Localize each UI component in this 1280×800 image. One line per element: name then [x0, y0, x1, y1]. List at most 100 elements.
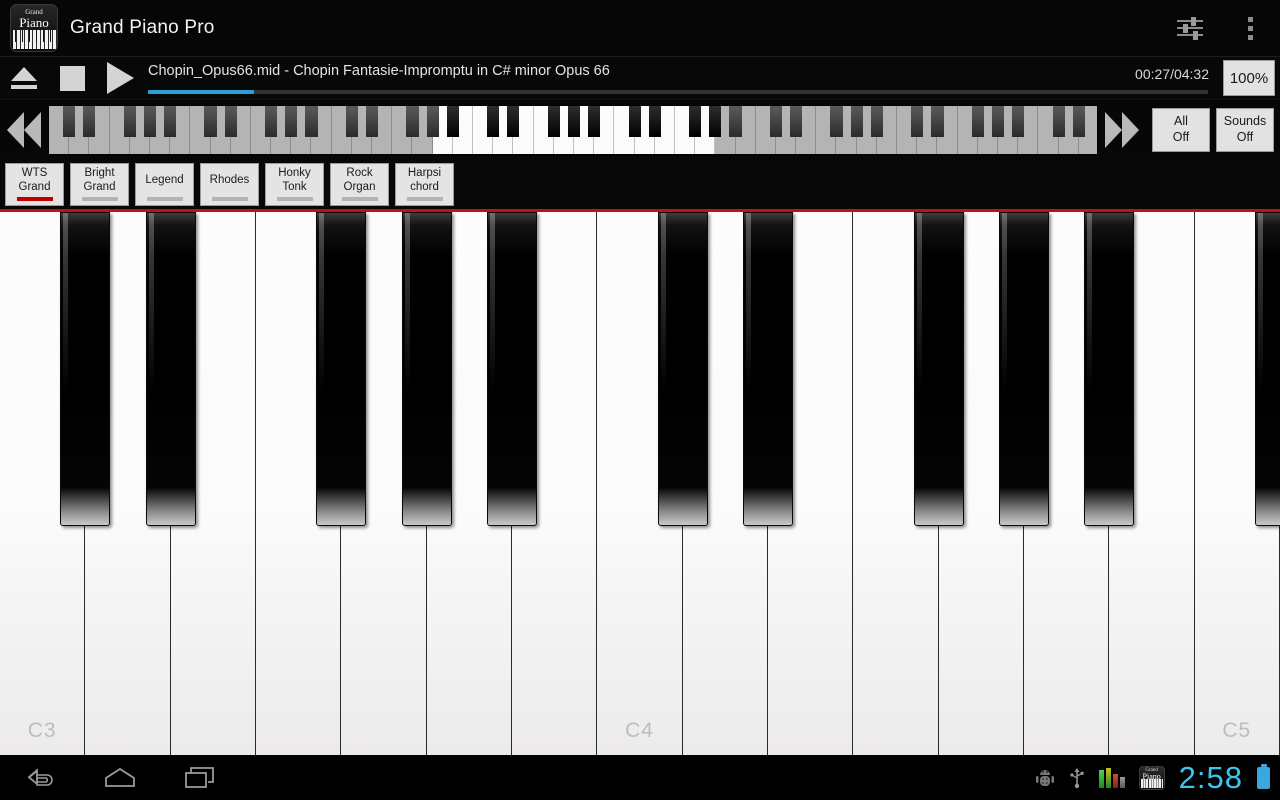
mini-keyboard-black-key[interactable] — [628, 106, 641, 137]
audio-level-meter-icon — [1098, 767, 1125, 788]
mini-keyboard-black-key[interactable] — [204, 106, 217, 137]
black-key-highlight — [1087, 213, 1093, 513]
preset-button-legend[interactable]: Legend — [135, 162, 194, 206]
android-navigation-bar: Grand Piano 2:58 — [0, 755, 1280, 800]
stop-button[interactable] — [48, 57, 96, 100]
mini-keyboard-black-key[interactable] — [870, 106, 883, 137]
mini-keyboard-black-key[interactable] — [406, 106, 419, 137]
octave-label: C4 — [625, 719, 654, 742]
android-debug-button[interactable] — [1035, 767, 1055, 789]
mini-keyboard-black-key[interactable] — [547, 106, 560, 137]
piano-black-key[interactable] — [913, 212, 964, 526]
mini-keyboard-black-key[interactable] — [1072, 106, 1085, 137]
mini-keyboard-black-key[interactable] — [588, 106, 601, 137]
mini-keyboard-black-key[interactable] — [971, 106, 984, 137]
track-info-area: Chopin_Opus66.mid - Chopin Fantasie-Impr… — [148, 57, 1221, 100]
preset-selection-underline — [406, 196, 443, 201]
preset-label-line1: Honky — [278, 167, 311, 180]
mini-keyboard-black-key[interactable] — [487, 106, 500, 137]
overflow-menu-button[interactable] — [1220, 0, 1280, 57]
mini-keyboard-black-key[interactable] — [426, 106, 439, 137]
black-key-highlight — [148, 213, 154, 513]
scroll-keyboard-left-button[interactable] — [0, 101, 48, 159]
scroll-keyboard-right-button[interactable] — [1098, 101, 1146, 159]
mini-keyboard-black-key[interactable] — [790, 106, 803, 137]
piano-black-key[interactable] — [487, 212, 537, 526]
mini-keyboard-black-key[interactable] — [911, 106, 924, 137]
mini-keyboard-black-key[interactable] — [1052, 106, 1065, 137]
mini-keyboard-black-key[interactable] — [648, 106, 661, 137]
sounds-off-label-line2: Off — [1236, 130, 1254, 144]
mini-keyboard-black-key[interactable] — [1012, 106, 1025, 137]
stop-icon — [59, 65, 85, 91]
eject-button[interactable] — [0, 57, 48, 100]
mini-keyboard-black-key[interactable] — [709, 106, 722, 137]
sounds-off-button[interactable]: Sounds Off — [1216, 108, 1274, 152]
mini-keyboard-black-key[interactable] — [143, 106, 156, 137]
app-root: Grand Piano Grand Piano Pro Chopin_Opus6… — [0, 0, 1280, 800]
preset-button-honky-tonk[interactable]: Honky Tonk — [265, 162, 324, 206]
piano-black-key[interactable] — [743, 212, 793, 526]
preset-label-line1: Rhodes — [209, 174, 250, 187]
eject-icon — [11, 67, 37, 89]
app-icon-piano-text: Piano — [19, 15, 49, 30]
mini-keyboard-black-key[interactable] — [991, 106, 1005, 137]
recent-apps-button[interactable] — [160, 755, 240, 800]
preset-button-harpsi-chord[interactable]: Harpsi chord — [395, 162, 454, 206]
playback-progress-bar[interactable] — [148, 89, 1208, 94]
mini-keyboard-black-key[interactable] — [769, 106, 782, 137]
preset-button-rhodes[interactable]: Rhodes — [200, 162, 259, 206]
preset-button-rock-organ[interactable]: Rock Organ — [330, 162, 389, 206]
preset-selection-underline — [341, 196, 378, 201]
app-icon-black-keys — [13, 30, 57, 42]
piano-black-key[interactable] — [316, 212, 367, 526]
black-key-highlight — [1002, 213, 1007, 513]
preset-button-bright-grand[interactable]: Bright Grand — [70, 162, 129, 206]
mini-keyboard-black-key[interactable] — [830, 106, 843, 137]
mini-keyboard-black-key[interactable] — [164, 106, 177, 137]
preset-label-line1: Rock — [346, 167, 373, 180]
mini-keyboard-black-key[interactable] — [931, 106, 944, 137]
usb-connected-button[interactable] — [1069, 767, 1085, 789]
piano-black-key[interactable] — [60, 212, 111, 526]
play-button[interactable] — [96, 57, 144, 100]
piano-black-key[interactable] — [145, 212, 196, 526]
piano-black-key[interactable] — [1084, 212, 1135, 526]
mini-keyboard-black-key[interactable] — [224, 106, 237, 137]
mini-keyboard-black-key[interactable] — [83, 106, 96, 137]
preset-label-line2: Organ — [343, 181, 376, 193]
mini-keyboard-black-key[interactable] — [123, 106, 136, 137]
double-chevron-left-icon — [7, 112, 41, 148]
mini-keyboard-black-key[interactable] — [345, 106, 358, 137]
mini-keyboard-black-key[interactable] — [689, 106, 702, 137]
tray-icon-keys — [1140, 778, 1163, 788]
mini-keyboard-black-key[interactable] — [729, 106, 742, 137]
mini-keyboard-black-key[interactable] — [265, 106, 278, 137]
grand-piano-app-icon: Grand Piano — [10, 4, 58, 52]
mini-keyboard-black-key[interactable] — [446, 106, 459, 137]
mini-keyboard-black-key[interactable] — [567, 106, 581, 137]
piano-black-key[interactable] — [999, 212, 1049, 526]
home-button[interactable] — [80, 755, 160, 800]
mini-keyboard-black-key[interactable] — [305, 106, 318, 137]
title-bar-actions — [1160, 0, 1280, 56]
piano-black-key[interactable] — [1255, 212, 1280, 526]
tempo-button[interactable]: 100% — [1223, 60, 1275, 96]
mini-keyboard-black-key[interactable] — [285, 106, 298, 137]
piano-black-key[interactable] — [657, 212, 708, 526]
mini-keyboard-black-key[interactable] — [507, 106, 520, 137]
play-icon — [106, 62, 134, 94]
mini-keyboard-black-key[interactable] — [850, 106, 863, 137]
mini-keyboard-black-key[interactable] — [63, 106, 76, 137]
piano-keyboard[interactable]: C3 C4 C5 — [0, 212, 1280, 755]
preset-button-wts-grand[interactable]: WTS Grand — [5, 162, 64, 206]
piano-black-key[interactable] — [401, 212, 452, 526]
mini-keyboard[interactable] — [48, 105, 1098, 155]
black-key-highlight — [490, 213, 495, 513]
settings-sliders-button[interactable] — [1160, 0, 1220, 57]
preset-label-line1: Bright — [84, 167, 115, 180]
back-button[interactable] — [0, 755, 80, 800]
grand-piano-tray-icon[interactable]: Grand Piano — [1138, 765, 1165, 790]
all-off-button[interactable]: All Off — [1152, 108, 1210, 152]
mini-keyboard-black-key[interactable] — [366, 106, 379, 137]
